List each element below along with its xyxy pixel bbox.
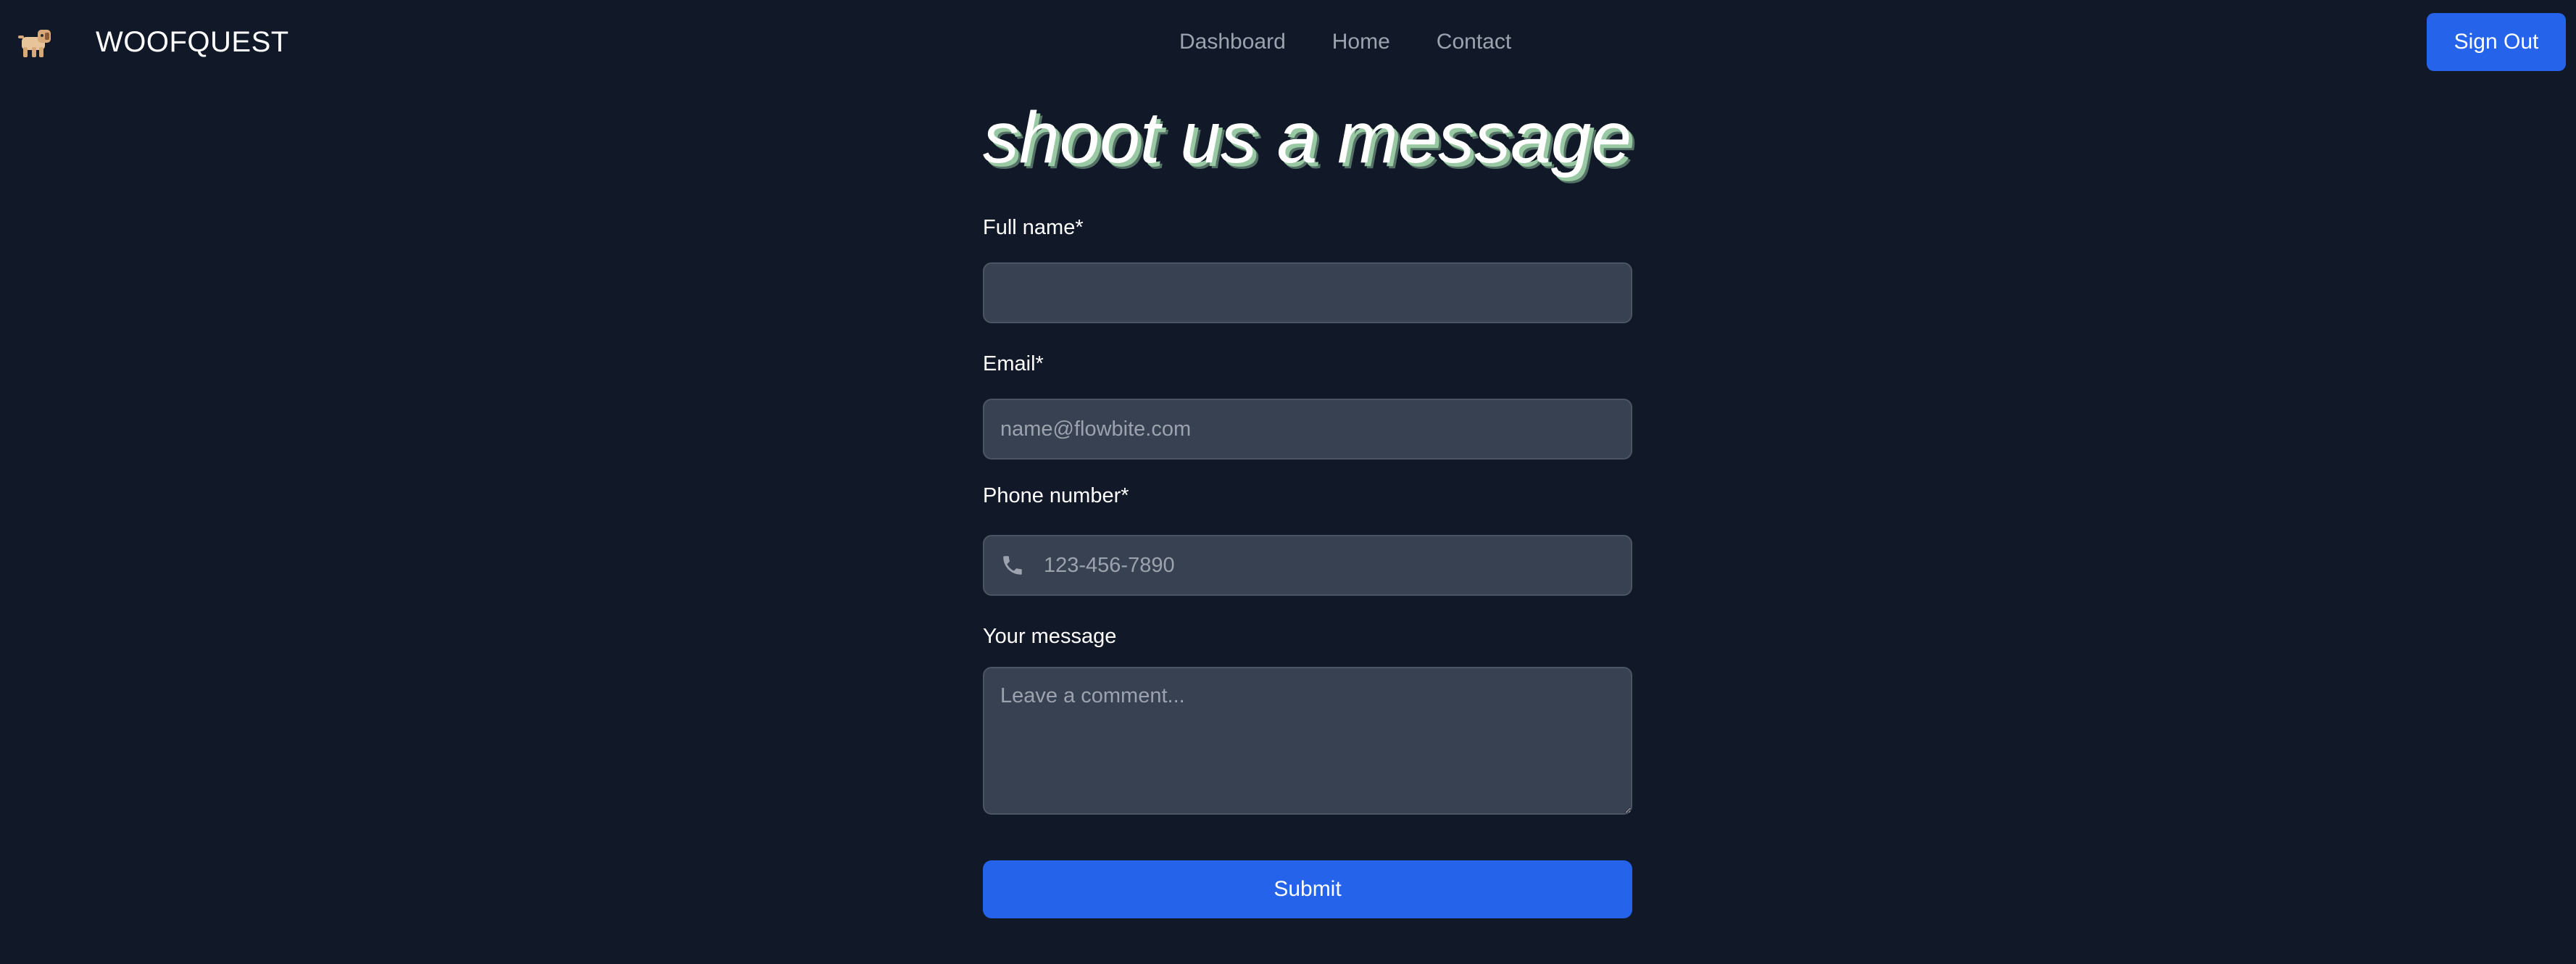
message-label: Your message bbox=[983, 625, 1117, 648]
nav-contact[interactable]: Contact bbox=[1437, 26, 1511, 58]
full-name-input[interactable] bbox=[983, 262, 1632, 323]
phone-input[interactable] bbox=[983, 535, 1632, 596]
nav-home[interactable]: Home bbox=[1332, 26, 1390, 58]
nav-dashboard[interactable]: Dashboard bbox=[1179, 26, 1286, 58]
phone-icon bbox=[1003, 556, 1022, 575]
dog-icon bbox=[18, 30, 51, 57]
brand-link[interactable]: WOOFQUEST bbox=[16, 16, 289, 68]
phone-label: Phone number* bbox=[983, 484, 1129, 507]
email-label: Email* bbox=[983, 352, 1044, 375]
navbar: WOOFQUEST Dashboard Home Contact Sign Ou… bbox=[0, 0, 2576, 84]
submit-button[interactable]: Submit bbox=[983, 860, 1632, 918]
email-input[interactable] bbox=[983, 399, 1632, 460]
page-title: shoot us a message bbox=[983, 97, 1632, 178]
sign-out-button[interactable]: Sign Out bbox=[2427, 13, 2566, 71]
contact-form: shoot us a message Full name* Email* Pho… bbox=[983, 94, 1632, 918]
message-textarea[interactable] bbox=[983, 667, 1632, 815]
full-name-label: Full name* bbox=[983, 216, 1084, 239]
nav-links: Dashboard Home Contact bbox=[1179, 26, 1511, 58]
brand-name: WOOFQUEST bbox=[96, 25, 289, 58]
